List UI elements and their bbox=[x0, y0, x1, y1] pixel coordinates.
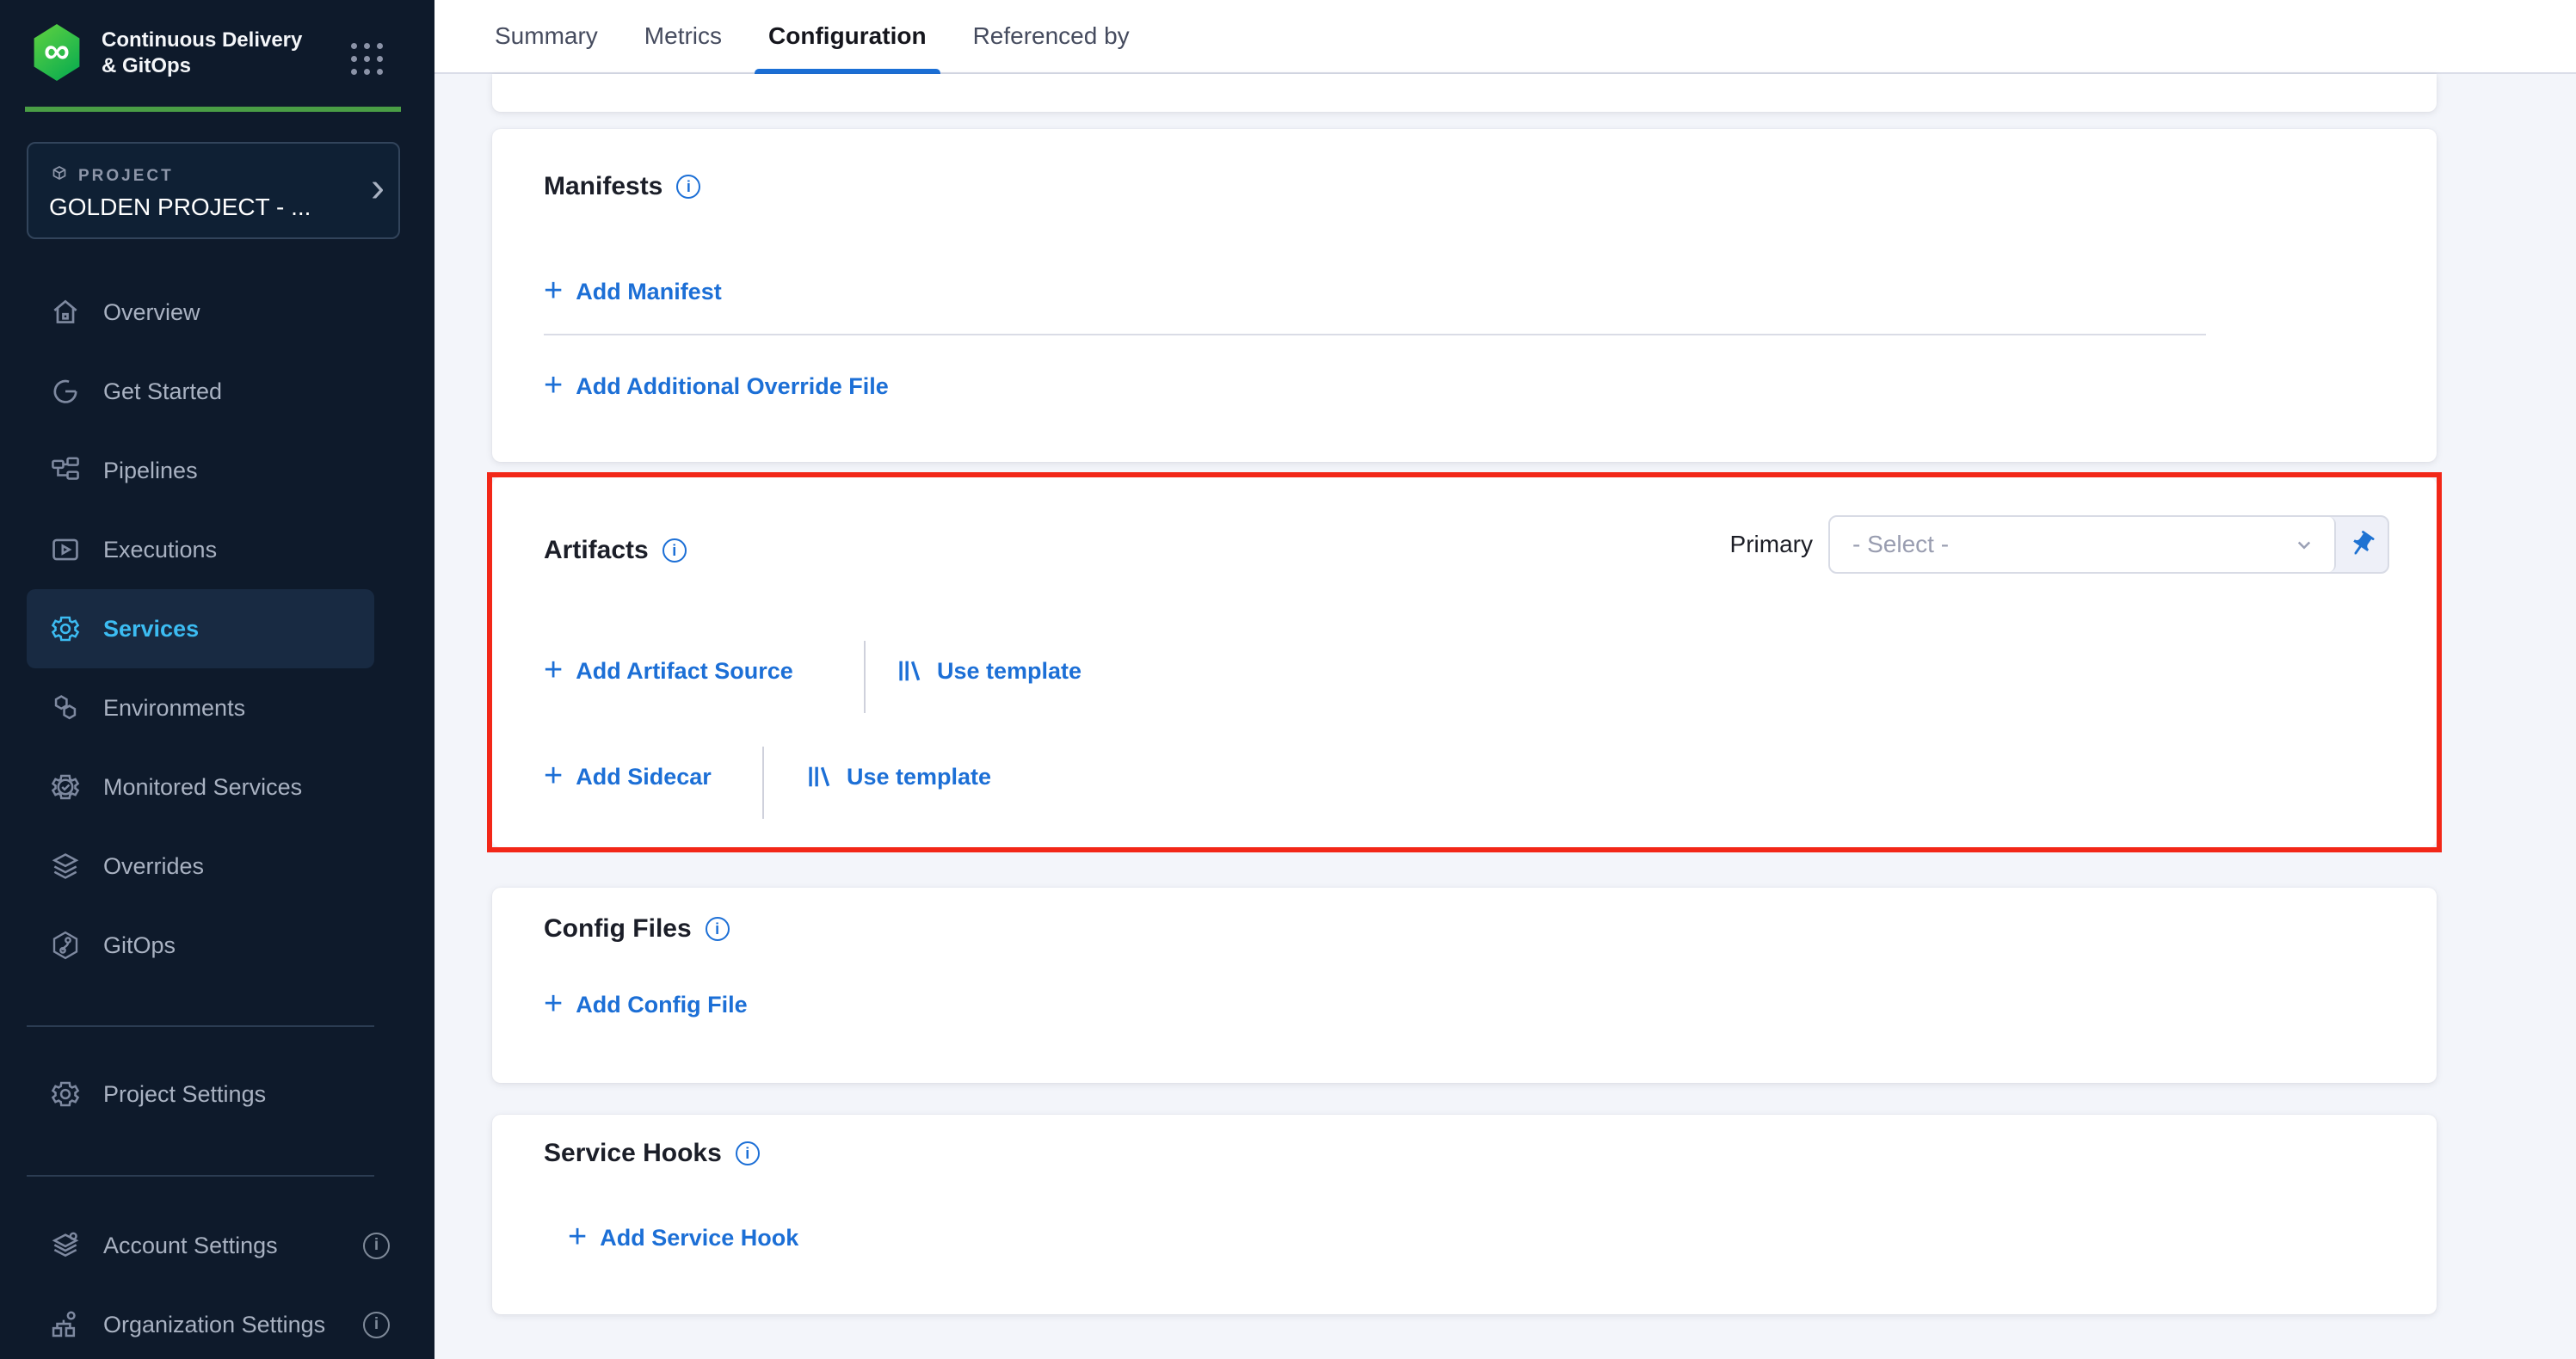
add-additional-override-file-button[interactable]: + Add Additional Override File bbox=[544, 372, 889, 402]
sidebar-item-account-settings[interactable]: Account Settings i bbox=[0, 1206, 434, 1285]
previous-card-bottom bbox=[492, 74, 2437, 112]
use-template-sidecar-button[interactable]: Use template bbox=[804, 762, 991, 791]
brand-underline bbox=[25, 107, 401, 112]
sidebar-item-environments[interactable]: Environments bbox=[0, 668, 434, 747]
tab-referenced-by[interactable]: Referenced by bbox=[959, 0, 1143, 73]
app-root: ∞ Continuous Delivery & GitOps PROJECT G… bbox=[0, 0, 2576, 1359]
environments-icon bbox=[48, 691, 83, 725]
use-template-artifact-button[interactable]: Use template bbox=[895, 656, 1082, 686]
add-config-file-button[interactable]: + Add Config File bbox=[544, 990, 748, 1020]
sidebar-item-overview[interactable]: Overview bbox=[0, 273, 434, 352]
add-service-hook-button[interactable]: + Add Service Hook bbox=[568, 1223, 798, 1253]
manifests-title: Manifests bbox=[544, 172, 662, 201]
configuration-content: Manifests i + Add Manifest + Add Additio… bbox=[434, 74, 2576, 1359]
overrides-layers-icon bbox=[48, 849, 83, 883]
sidebar-item-pipelines[interactable]: Pipelines bbox=[0, 431, 434, 510]
add-artifact-source-button[interactable]: + Add Artifact Source bbox=[544, 656, 793, 686]
service-hooks-info-icon[interactable]: i bbox=[736, 1141, 760, 1165]
pipelines-icon bbox=[48, 453, 83, 488]
tab-summary[interactable]: Summary bbox=[481, 0, 612, 73]
sidebar-nav: Overview Get Started Pipelines bbox=[0, 273, 434, 985]
primary-artifact-select[interactable]: - Select - bbox=[1830, 517, 2336, 572]
project-settings-gear-icon bbox=[48, 1077, 83, 1111]
plus-icon: + bbox=[544, 369, 563, 402]
tab-configuration[interactable]: Configuration bbox=[755, 0, 940, 73]
sidebar: ∞ Continuous Delivery & GitOps PROJECT G… bbox=[0, 0, 434, 1359]
config-files-info-icon[interactable]: i bbox=[706, 917, 730, 941]
plus-icon: + bbox=[544, 654, 563, 686]
artifacts-title-row: Artifacts i bbox=[544, 536, 687, 565]
tab-metrics[interactable]: Metrics bbox=[631, 0, 736, 73]
service-tabbar: Summary Metrics Configuration Referenced… bbox=[434, 0, 2576, 74]
plus-icon: + bbox=[568, 1221, 587, 1253]
account-settings-icon bbox=[48, 1228, 83, 1263]
brand-header: ∞ Continuous Delivery & GitOps bbox=[0, 0, 434, 112]
sidebar-item-organization-settings[interactable]: Organization Settings i bbox=[0, 1285, 434, 1359]
sidecar-row-divider bbox=[762, 747, 764, 819]
select-placeholder: - Select - bbox=[1852, 531, 2291, 558]
artifacts-title: Artifacts bbox=[544, 536, 649, 565]
artifact-row-divider bbox=[864, 641, 866, 713]
primary-select-group: - Select - bbox=[1828, 515, 2389, 574]
pin-primary-artifact-button[interactable] bbox=[2336, 517, 2388, 572]
sidebar-item-services[interactable]: Services bbox=[27, 589, 374, 668]
chevron-down-icon bbox=[2291, 532, 2317, 557]
project-selector[interactable]: PROJECT GOLDEN PROJECT - ... › bbox=[27, 142, 400, 239]
sidebar-item-get-started[interactable]: Get Started bbox=[0, 352, 434, 431]
manifests-info-icon[interactable]: i bbox=[676, 175, 700, 199]
home-icon bbox=[48, 295, 83, 329]
harness-cd-logo-icon: ∞ bbox=[31, 24, 83, 81]
sidebar-item-project-settings[interactable]: Project Settings bbox=[0, 1055, 434, 1134]
monitored-services-icon bbox=[48, 770, 83, 804]
services-gear-icon bbox=[48, 612, 83, 646]
module-grid-icon[interactable] bbox=[351, 43, 385, 77]
manifests-card: Manifests i + Add Manifest + Add Additio… bbox=[492, 129, 2437, 462]
sidebar-divider bbox=[27, 1025, 374, 1027]
artifacts-info-icon[interactable]: i bbox=[662, 538, 687, 563]
sidebar-item-gitops[interactable]: GitOps bbox=[0, 906, 434, 985]
manifests-divider bbox=[544, 334, 2206, 335]
service-hooks-title-row: Service Hooks i bbox=[544, 1139, 760, 1168]
product-title: Continuous Delivery & GitOps bbox=[102, 28, 321, 79]
config-files-title-row: Config Files i bbox=[544, 914, 730, 944]
sidebar-item-executions[interactable]: Executions bbox=[0, 510, 434, 589]
template-library-icon bbox=[804, 762, 834, 791]
logo-glyph: ∞ bbox=[44, 33, 70, 69]
get-started-icon bbox=[48, 374, 83, 409]
project-name: GOLDEN PROJECT - ... bbox=[49, 194, 364, 221]
gitops-icon bbox=[48, 928, 83, 962]
manifests-title-row: Manifests i bbox=[544, 172, 700, 201]
chevron-right-icon: › bbox=[371, 164, 385, 212]
sidebar-item-overrides[interactable]: Overrides bbox=[0, 827, 434, 906]
artifacts-card: Artifacts i Primary - Select - bbox=[492, 477, 2437, 847]
add-sidecar-button[interactable]: + Add Sidecar bbox=[544, 762, 712, 792]
organization-settings-icon bbox=[48, 1307, 83, 1342]
cube-icon bbox=[49, 164, 70, 185]
project-label: PROJECT bbox=[78, 167, 174, 186]
plus-icon: + bbox=[544, 759, 563, 792]
account-settings-info-icon[interactable]: i bbox=[363, 1233, 390, 1259]
plus-icon: + bbox=[544, 274, 563, 307]
primary-artifact-row: Primary - Select - bbox=[1730, 515, 2389, 574]
template-library-icon bbox=[895, 656, 924, 686]
service-hooks-title: Service Hooks bbox=[544, 1139, 722, 1168]
sidebar-divider-2 bbox=[27, 1175, 374, 1177]
pushpin-icon bbox=[2347, 530, 2376, 559]
service-hooks-card: Service Hooks i + Add Service Hook bbox=[492, 1115, 2437, 1314]
executions-icon bbox=[48, 532, 83, 567]
add-manifest-button[interactable]: + Add Manifest bbox=[544, 277, 722, 307]
primary-label: Primary bbox=[1730, 531, 1813, 558]
plus-icon: + bbox=[544, 987, 563, 1020]
organization-settings-info-icon[interactable]: i bbox=[363, 1312, 390, 1338]
sidebar-item-monitored-services[interactable]: Monitored Services bbox=[0, 747, 434, 827]
main-panel: Summary Metrics Configuration Referenced… bbox=[434, 0, 2576, 1359]
config-files-title: Config Files bbox=[544, 914, 692, 944]
config-files-card: Config Files i + Add Config File bbox=[492, 888, 2437, 1083]
